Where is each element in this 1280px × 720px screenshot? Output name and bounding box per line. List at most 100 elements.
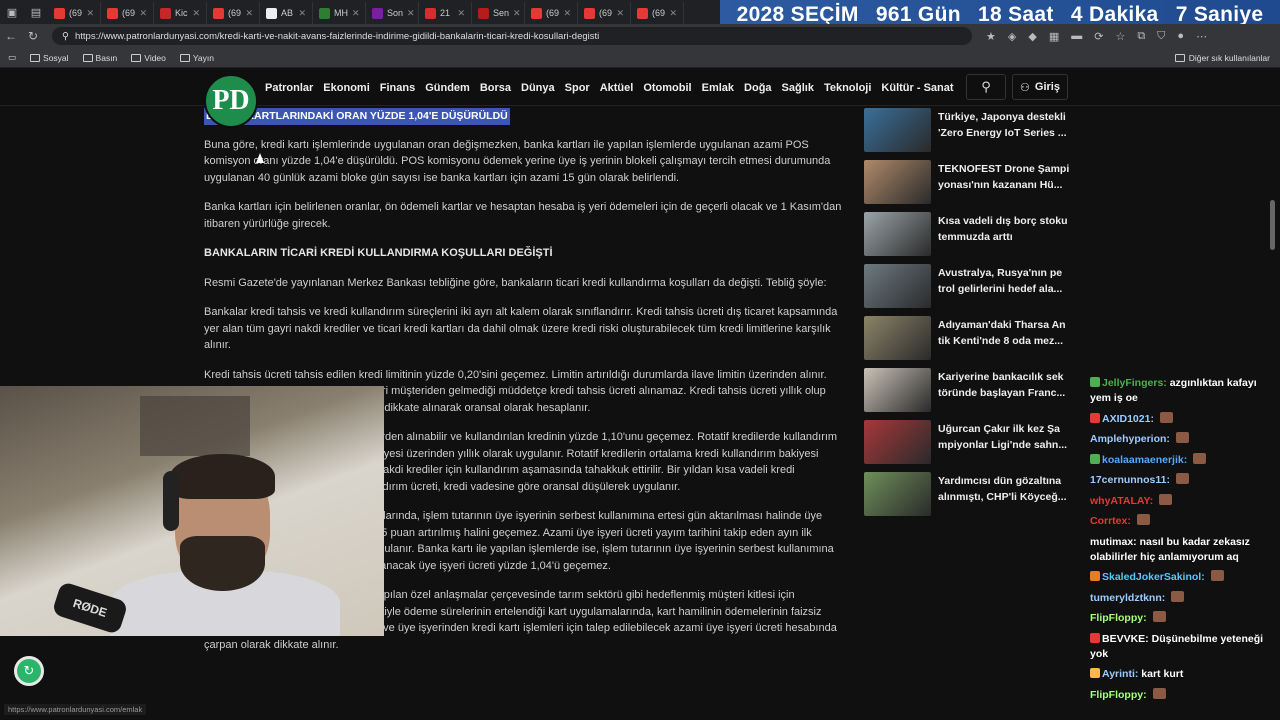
bookmark-folder-basin[interactable]: Basın <box>82 53 117 63</box>
site-info-icon[interactable]: ⚲ <box>62 31 69 42</box>
news-thumbnail[interactable] <box>864 264 931 308</box>
news-thumbnail[interactable] <box>864 316 931 360</box>
news-title[interactable]: Avustralya, Rusya'nın pe trol gelirlerin… <box>938 264 1074 308</box>
refresh-icon[interactable]: ⟳ <box>1094 30 1103 43</box>
news-thumbnail[interactable] <box>864 420 931 464</box>
nav-link[interactable]: Doğa <box>744 82 772 94</box>
close-icon[interactable]: ✕ <box>86 8 94 19</box>
nav-link[interactable]: Dünya <box>521 82 555 94</box>
chat-username[interactable]: JellyFingers: <box>1102 377 1167 389</box>
avatar[interactable]: ● <box>1177 30 1184 43</box>
nav-link[interactable]: Teknoloji <box>824 82 871 94</box>
nav-link[interactable]: Finans <box>380 82 415 94</box>
scrollbar[interactable] <box>1270 200 1275 250</box>
news-thumbnail[interactable] <box>864 160 931 204</box>
search-button[interactable]: ⚲ <box>966 74 1006 100</box>
news-item[interactable]: Kariyerine bankacılık sek töründe başlay… <box>864 368 1074 412</box>
extension-icon[interactable]: ◆ <box>1028 30 1036 43</box>
browser-tab[interactable]: (69 ✕ <box>525 2 578 24</box>
chat-username[interactable]: Ayrinti: <box>1102 668 1138 680</box>
chat-username[interactable]: whyATALAY: <box>1090 495 1153 507</box>
nav-link[interactable]: Aktüel <box>600 82 634 94</box>
news-item[interactable]: Adıyaman'daki Tharsa An tik Kenti'nde 8 … <box>864 316 1074 360</box>
news-thumbnail[interactable] <box>864 368 931 412</box>
chat-username[interactable]: SkaledJokerSakinol: <box>1102 571 1205 583</box>
chat-username[interactable]: tumeryldztknn: <box>1090 592 1165 604</box>
close-icon[interactable]: ✕ <box>669 8 677 19</box>
reload-icon[interactable]: ↻ <box>22 29 44 43</box>
news-title[interactable]: Türkiye, Japonya destekli 'Zero Energy I… <box>938 108 1074 152</box>
star-icon[interactable]: ★ <box>986 30 996 43</box>
browser-tab[interactable]: (69 ✕ <box>207 2 260 24</box>
news-title[interactable]: TEKNOFEST Drone Şampi yonası'nın kazanan… <box>938 160 1074 204</box>
close-icon[interactable]: ✕ <box>616 8 624 19</box>
nav-link[interactable]: Ekonomi <box>323 82 369 94</box>
accessibility-button[interactable]: ↻ <box>14 656 44 686</box>
reading-list-icon[interactable]: ▭ <box>8 52 16 63</box>
close-icon[interactable]: ✕ <box>513 8 521 19</box>
news-item[interactable]: TEKNOFEST Drone Şampi yonası'nın kazanan… <box>864 160 1074 204</box>
collections-icon[interactable]: ⧉ <box>1137 30 1145 43</box>
chat-username[interactable]: AXID1021: <box>1102 413 1154 425</box>
extension-icon[interactable]: ▦ <box>1049 30 1059 43</box>
tab-overview-icon[interactable]: ▤ <box>24 0 48 24</box>
news-title[interactable]: Adıyaman'daki Tharsa An tik Kenti'nde 8 … <box>938 316 1074 360</box>
bookmark-folder-video[interactable]: Video <box>131 53 166 63</box>
chat-username[interactable]: koalaamaenerjik: <box>1102 454 1187 466</box>
close-icon[interactable]: ✕ <box>298 8 306 19</box>
nav-link[interactable]: Spor <box>565 82 590 94</box>
url-field[interactable]: ⚲ https://www.patronlardunyasi.com/kredi… <box>52 27 972 45</box>
news-thumbnail[interactable] <box>864 212 931 256</box>
chat-username[interactable]: FlipFloppy: <box>1090 612 1147 624</box>
news-thumbnail[interactable] <box>864 108 931 152</box>
browser-tab[interactable]: Kic ✕ <box>154 2 207 24</box>
site-logo[interactable]: PD <box>204 74 258 128</box>
nav-link[interactable]: Borsa <box>480 82 511 94</box>
browser-tab[interactable]: (69 ✕ <box>101 2 154 24</box>
favorites-icon[interactable]: ☆ <box>1115 30 1125 43</box>
nav-link[interactable]: Kültür - Sanat <box>881 82 953 94</box>
menu-icon[interactable]: ⋯ <box>1196 30 1207 43</box>
close-icon[interactable]: ✕ <box>407 8 415 19</box>
chat-username[interactable]: FlipFloppy: <box>1090 689 1147 701</box>
news-thumbnail[interactable] <box>864 472 931 516</box>
browser-tab[interactable]: AB ✕ <box>260 2 313 24</box>
close-icon[interactable]: ✕ <box>563 8 571 19</box>
bookmark-folder-sosyal[interactable]: Sosyal <box>30 53 69 63</box>
browser-tab[interactable]: (69 ✕ <box>631 2 684 24</box>
nav-link[interactable]: Gündem <box>425 82 470 94</box>
browser-tab[interactable]: Sen ✕ <box>472 2 525 24</box>
close-icon[interactable]: ✕ <box>192 8 200 19</box>
news-item[interactable]: Yardımcısı dün gözaltına alınmıştı, CHP'… <box>864 472 1074 516</box>
news-item[interactable]: Kısa vadeli dış borç stoku temmuzda artt… <box>864 212 1074 256</box>
news-title[interactable]: Yardımcısı dün gözaltına alınmıştı, CHP'… <box>938 472 1074 516</box>
close-icon[interactable]: ✕ <box>245 8 253 19</box>
browser-tab[interactable]: Son ✕ <box>366 2 419 24</box>
nav-link[interactable]: Otomobil <box>643 82 691 94</box>
nav-link[interactable]: Patronlar <box>265 82 313 94</box>
close-icon[interactable]: ✕ <box>457 8 465 19</box>
browser-tab[interactable]: (69 ✕ <box>578 2 631 24</box>
news-title[interactable]: Kariyerine bankacılık sek töründe başlay… <box>938 368 1074 412</box>
browser-tab[interactable]: (69 ✕ <box>48 2 101 24</box>
nav-link[interactable]: Emlak <box>702 82 734 94</box>
nav-link[interactable]: Sağlık <box>782 82 814 94</box>
login-button[interactable]: ⚇ Giriş <box>1012 74 1068 100</box>
close-icon[interactable]: ✕ <box>352 8 360 19</box>
chat-username[interactable]: Amplehyperion: <box>1090 433 1170 445</box>
news-item[interactable]: Uğurcan Çakır ilk kez Şa mpiyonlar Ligi'… <box>864 420 1074 464</box>
chat-username[interactable]: 17cernunnos11: <box>1090 474 1170 486</box>
news-title[interactable]: Uğurcan Çakır ilk kez Şa mpiyonlar Ligi'… <box>938 420 1074 464</box>
browser-tab[interactable]: 21 ✕ <box>419 2 472 24</box>
news-item[interactable]: Türkiye, Japonya destekli 'Zero Energy I… <box>864 108 1074 152</box>
browser-tab[interactable]: MH ✕ <box>313 2 366 24</box>
bookmark-folder-yayin[interactable]: Yayın <box>179 53 214 63</box>
other-bookmarks[interactable]: Diğer sık kullanılanlar <box>1174 53 1270 63</box>
close-icon[interactable]: ✕ <box>139 8 147 19</box>
shield-icon[interactable]: ⛉ <box>1157 30 1165 43</box>
chat-username[interactable]: BEVVKE: <box>1102 633 1149 645</box>
news-title[interactable]: Kısa vadeli dış borç stoku temmuzda artt… <box>938 212 1074 256</box>
back-icon[interactable]: ← <box>0 29 22 43</box>
extension-icon[interactable]: ◈ <box>1008 30 1016 43</box>
chat-username[interactable]: Corrtex: <box>1090 515 1131 527</box>
